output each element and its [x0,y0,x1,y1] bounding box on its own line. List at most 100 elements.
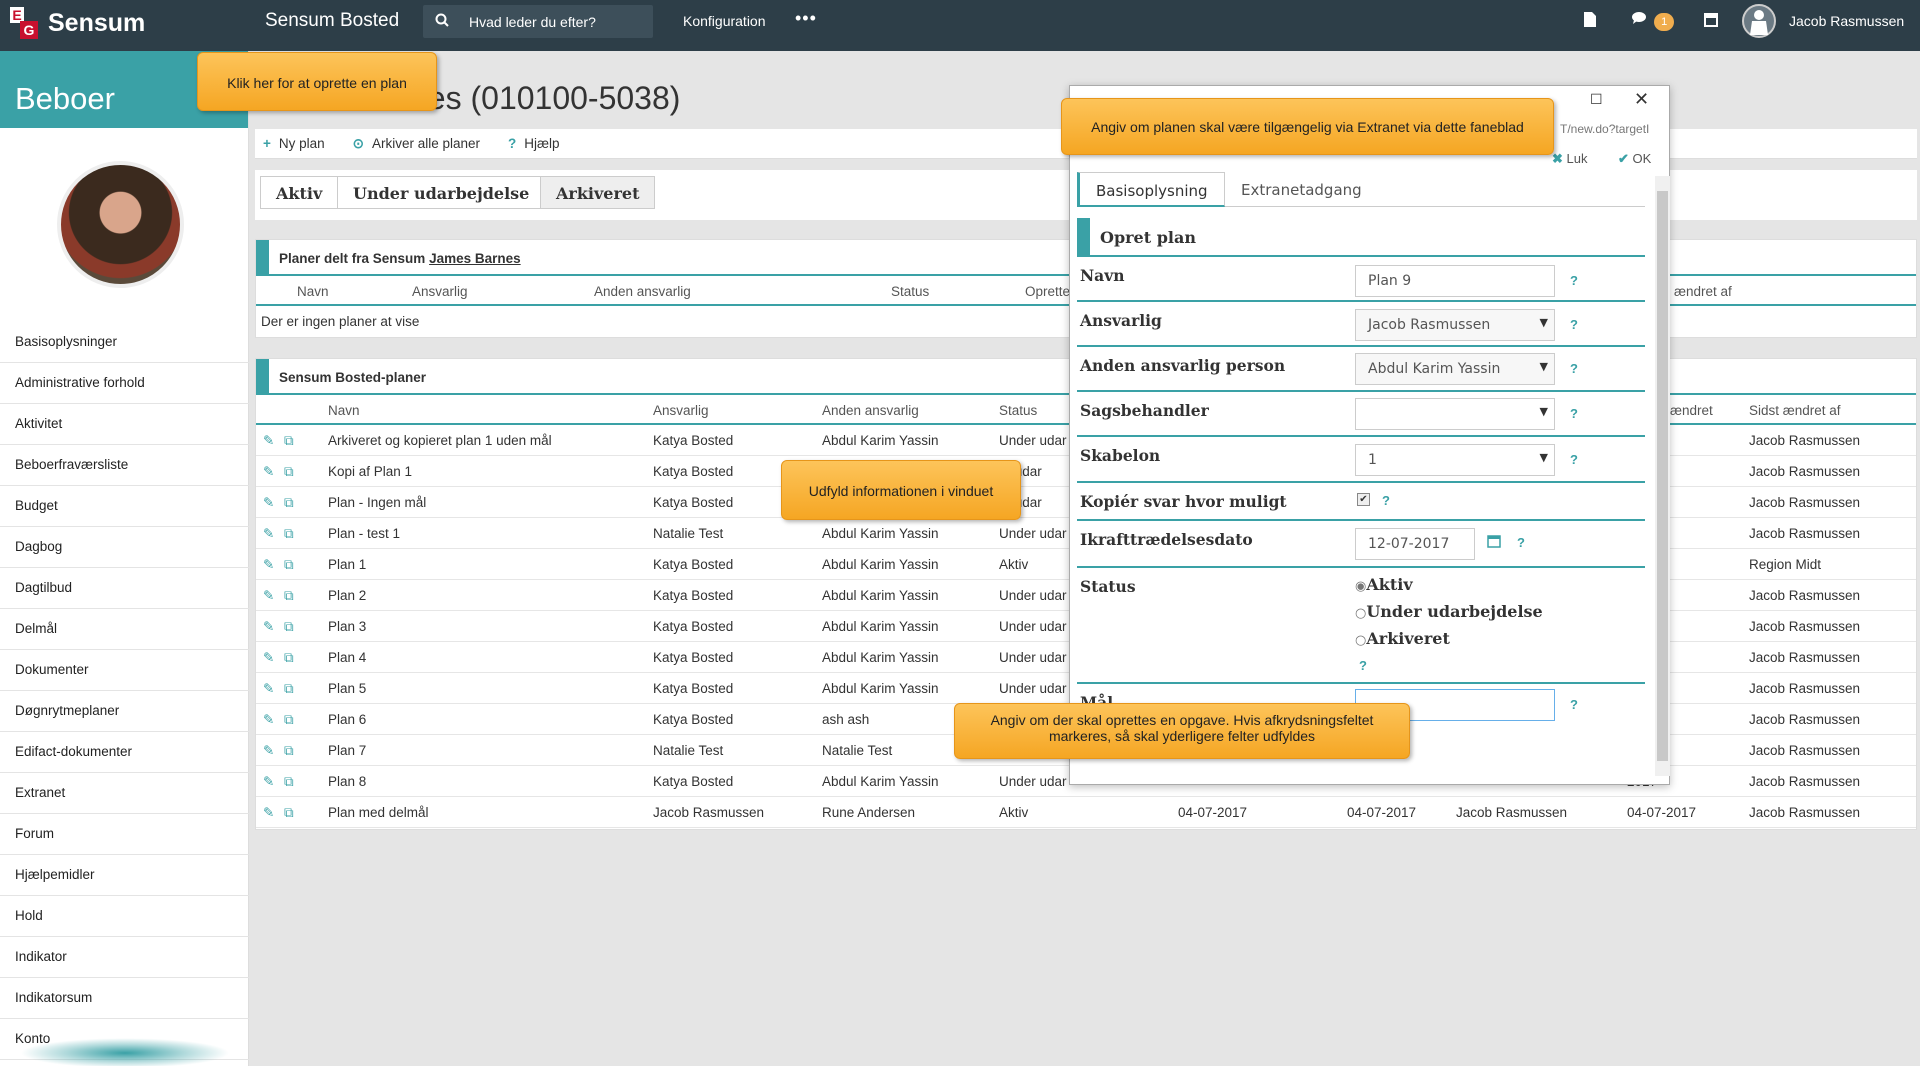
sidebar-item[interactable]: Beboerfraværsliste [0,445,249,486]
copy-icon[interactable]: ⧉ [284,433,294,449]
help-button[interactable]: ? Hjælp [508,136,560,151]
edit-icon[interactable]: ✎ [263,681,274,697]
edit-icon[interactable]: ✎ [263,619,274,635]
sidebar-item[interactable]: Hold [0,896,249,937]
copy-icon[interactable]: ⧉ [284,681,294,697]
col-aendret-af[interactable]: ændret af [1674,284,1732,299]
edit-icon[interactable]: ✎ [263,495,274,511]
help-icon[interactable]: ? [1382,493,1390,508]
edit-icon[interactable]: ✎ [263,712,274,728]
new-plan-button[interactable]: + Ny plan [263,136,325,151]
sidebar-item[interactable]: Dagtilbud [0,568,249,609]
copy-icon[interactable]: ⧉ [284,774,294,790]
anden-ansvarlig-select[interactable]: Abdul Karim Yassin ▼ [1355,353,1555,385]
tab-basisoplysning[interactable]: Basisoplysning [1077,172,1225,207]
col-status[interactable]: Status [891,284,929,299]
col-anden-ansvarlig[interactable]: Anden ansvarlig [822,403,919,418]
close-button[interactable]: ✖ Luk [1552,151,1588,167]
col-aendret[interactable]: ændret [1670,403,1713,418]
col-ansvarlig[interactable]: Ansvarlig [653,403,709,418]
user-name[interactable]: Jacob Rasmussen [1789,13,1904,29]
app-name[interactable]: Sensum Bosted [265,10,399,32]
edit-icon[interactable]: ✎ [263,588,274,604]
sagsbehandler-select[interactable]: ▼ [1355,398,1555,430]
tab-under-udarbejdelse[interactable]: Under udarbejdelse [337,176,546,209]
status-radio-under-udarbejdelse[interactable]: ○Under udarbejdelse [1355,602,1543,621]
col-status[interactable]: Status [999,403,1037,418]
copy-icon[interactable]: ⧉ [284,526,294,542]
copy-icon[interactable]: ⧉ [284,557,294,573]
col-ansvarlig[interactable]: Ansvarlig [412,284,468,299]
col-sidst-aendret-af[interactable]: Sidst ændret af [1749,403,1841,418]
ansvarlig-select[interactable]: Jacob Rasmussen ▼ [1355,309,1555,341]
edit-icon[interactable]: ✎ [263,743,274,759]
sidebar-item[interactable]: Edifact-dokumenter [0,732,249,773]
calendar-icon[interactable] [1704,12,1718,31]
copy-icon[interactable]: ⧉ [284,650,294,666]
sidebar-item[interactable]: Extranet [0,773,249,814]
sidebar-item[interactable]: Administrative forhold [0,363,249,404]
ikraft-date-input[interactable]: 12-07-2017 [1355,528,1475,560]
more-menu-icon[interactable]: ••• [795,8,817,29]
skabelon-select[interactable]: 1 ▼ [1355,444,1555,476]
kopier-checkbox[interactable]: ✔ [1357,493,1370,506]
sidebar-item[interactable]: Delmål [0,609,249,650]
help-icon[interactable]: ? [1570,273,1578,288]
copy-icon[interactable]: ⧉ [284,495,294,511]
copy-icon[interactable]: ⧉ [284,743,294,759]
edit-icon[interactable]: ✎ [263,650,274,666]
sidebar-item[interactable]: Døgnrytmeplaner [0,691,249,732]
table-row[interactable]: ✎ ⧉ Plan med delmål Jacob Rasmussen Rune And… [256,797,1916,828]
sidebar-item[interactable]: Basisoplysninger [0,322,249,363]
user-avatar-icon[interactable] [1742,4,1776,38]
help-icon[interactable]: ? [1570,317,1578,332]
help-icon[interactable]: ? [1570,697,1578,712]
sidebar-item[interactable]: Dokumenter [0,650,249,691]
sidebar-item[interactable]: Dagbog [0,527,249,568]
calendar-icon[interactable] [1487,534,1501,551]
col-anden-ansvarlig[interactable]: Anden ansvarlig [594,284,691,299]
edit-icon[interactable]: ✎ [263,774,274,790]
col-oprettet[interactable]: Oprette [1025,284,1070,299]
edit-icon[interactable]: ✎ [263,526,274,542]
maximize-icon[interactable]: ☐ [1590,91,1603,108]
tab-extranetadgang[interactable]: Extranetadgang [1225,172,1378,207]
sensum-logo[interactable]: EG Sensum [10,6,145,40]
tab-arkiveret[interactable]: Arkiveret [540,176,656,209]
archive-all-button[interactable]: ⊙ Arkiver alle planer [353,136,480,152]
help-icon[interactable]: ? [1517,535,1525,550]
sidebar-item[interactable]: Aktivitet [0,404,249,445]
copy-icon[interactable]: ⧉ [284,588,294,604]
copy-icon[interactable]: ⧉ [284,464,294,480]
dialog-scrollbar[interactable] [1655,176,1670,776]
sidebar-item[interactable]: Indikatorsum [0,978,249,1019]
tab-aktiv[interactable]: Aktiv [260,176,339,209]
status-radio-arkiveret[interactable]: ○Arkiveret [1355,629,1450,648]
help-icon[interactable]: ? [1359,658,1367,673]
edit-icon[interactable]: ✎ [263,433,274,449]
edit-icon[interactable]: ✎ [263,805,274,821]
help-icon[interactable]: ? [1570,406,1578,421]
status-radio-aktiv[interactable]: ◉Aktiv [1355,575,1413,594]
search-input[interactable]: Hvad leder du efter? [423,5,653,38]
help-icon[interactable]: ? [1570,452,1578,467]
navn-input[interactable]: Plan 9 [1355,265,1555,297]
sidebar-item[interactable]: Indikator [0,937,249,978]
konfiguration-menu[interactable]: Konfiguration [683,13,766,29]
col-navn[interactable]: Navn [328,403,360,418]
close-window-icon[interactable]: ✕ [1634,89,1649,110]
document-icon[interactable] [1584,12,1596,31]
sidebar-item[interactable]: Hjælpemidler [0,855,249,896]
col-navn[interactable]: Navn [297,284,329,299]
sidebar-item[interactable]: Budget [0,486,249,527]
edit-icon[interactable]: ✎ [263,464,274,480]
sidebar-item[interactable]: Forum [0,814,249,855]
copy-icon[interactable]: ⧉ [284,805,294,821]
edit-icon[interactable]: ✎ [263,557,274,573]
messages-icon[interactable]: 1 [1631,11,1675,31]
shared-owner-link[interactable]: James Barnes [429,251,521,266]
help-icon[interactable]: ? [1570,361,1578,376]
copy-icon[interactable]: ⧉ [284,619,294,635]
ok-button[interactable]: ✔ OK [1618,151,1651,167]
copy-icon[interactable]: ⧉ [284,712,294,728]
